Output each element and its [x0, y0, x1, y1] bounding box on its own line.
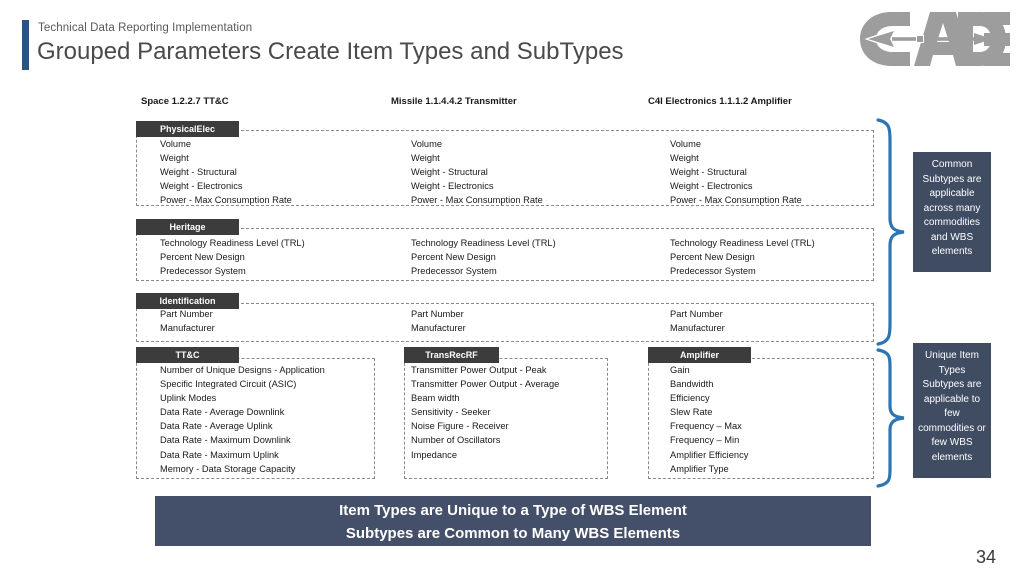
parameter-item: Manufacturer [670, 323, 725, 334]
callout-common-subtypes: Common Subtypes are applicable across ma… [913, 152, 991, 272]
parameter-item: Volume [160, 139, 192, 149]
group-label-physicalelec: PhysicalElec [136, 121, 239, 137]
group-label-heritage: Heritage [136, 219, 239, 235]
parameter-item: Noise Figure - Receiver [411, 421, 509, 432]
page-title: Grouped Parameters Create Item Types and… [37, 38, 624, 65]
parameter-item: Uplink Modes [160, 393, 217, 404]
parameter-item: Weight [670, 153, 699, 164]
slide-eyebrow: Technical Data Reporting Implementation [38, 22, 253, 34]
parameter-item: Percent New Design [411, 252, 496, 263]
parameter-item: Predecessor System [411, 266, 497, 277]
group-label-amplifier: Amplifier [648, 347, 751, 363]
param-list-transrecrf: Transmitter Power Output - Peak Transmitt… [411, 363, 559, 462]
page-number: 34 [975, 547, 996, 567]
parameter-item: Power - Max Consumption Rate [160, 195, 292, 206]
parameter-item: Weight - Electronics [160, 181, 243, 192]
parameter-item: Specific Integrated Circuit (ASIC) [160, 379, 297, 390]
parameter-item: Data Rate - Average Uplink [160, 421, 273, 432]
parameter-item: Part Number [670, 309, 723, 319]
param-list-heritage-col1: Technology Readiness Level (TRL) Percent … [411, 236, 556, 278]
param-list-physicalelec-col1: Volume Weight Weight - Structural Weight - … [411, 137, 543, 207]
parameter-item: Memory - Data Storage Capacity [160, 463, 296, 474]
parameter-item: Weight - Structural [160, 167, 237, 178]
parameter-item: Weight [411, 153, 440, 164]
parameter-item: Predecessor System [670, 266, 756, 277]
brace-common-subtypes [876, 118, 905, 346]
parameter-item: Number of Oscillators [411, 435, 501, 446]
parameter-item: Weight - Electronics [411, 181, 494, 192]
param-list-identification-col2: Part Number Manufacturer [670, 307, 725, 335]
parameter-item: Weight [160, 153, 189, 164]
param-list-physicalelec-col2: Volume Weight Weight - Structural Weight - … [670, 137, 802, 207]
column-header-c4i: C4I Electronics 1.1.1.2 Amplifier [648, 96, 792, 107]
parameter-item: Volume [411, 139, 443, 149]
param-list-identification-col0: Part Number Manufacturer [160, 307, 215, 335]
group-box-identification [136, 303, 874, 342]
group-label-identification: Identification [136, 293, 239, 309]
parameter-item: Slew Rate [670, 407, 713, 418]
parameter-item: Part Number [411, 309, 464, 319]
callout-unique-item-types: Unique Item Types Subtypes are applicabl… [913, 343, 991, 478]
slide-canvas: Technical Data Reporting Implementation … [0, 0, 1024, 576]
param-list-physicalelec-col0: Volume Weight Weight - Structural Weight - … [160, 137, 292, 207]
parameter-item: Manufacturer [411, 323, 466, 334]
column-header-space: Space 1.2.2.7 TT&C [141, 96, 229, 107]
parameter-item: Technology Readiness Level (TRL) [160, 238, 305, 248]
parameter-item: Transmitter Power Output - Average [411, 379, 560, 390]
param-list-ttc: Number of Unique Designs - Application Sp… [160, 363, 325, 476]
parameter-item: Percent New Design [160, 252, 245, 263]
summary-banner: Item Types are Unique to a Type of WBS E… [155, 496, 871, 546]
param-list-heritage-col2: Technology Readiness Level (TRL) Percent … [670, 236, 815, 278]
parameter-item: Data Rate - Average Downlink [160, 407, 285, 418]
param-list-heritage-col0: Technology Readiness Level (TRL) Percent … [160, 236, 305, 278]
parameter-item: Data Rate - Maximum Downlink [160, 435, 291, 446]
parameter-item: Weight - Structural [670, 167, 747, 178]
column-header-missile: Missile 1.1.4.4.2 Transmitter [391, 96, 517, 107]
param-list-identification-col1: Part Number Manufacturer [411, 307, 466, 335]
parameter-item: Frequency – Max [670, 421, 742, 432]
parameter-item: Predecessor System [160, 266, 246, 277]
parameter-item: Weight - Electronics [670, 181, 753, 192]
parameter-item: Data Rate - Maximum Uplink [160, 449, 279, 460]
parameter-item: Transmitter Power Output - Peak [411, 365, 547, 375]
summary-banner-line1: Item Types are Unique to a Type of WBS E… [339, 502, 687, 519]
parameter-item: Manufacturer [160, 323, 215, 334]
parameter-item: Gain [670, 365, 690, 375]
parameter-item: Technology Readiness Level (TRL) [670, 238, 815, 248]
parameter-item: Beam width [411, 393, 460, 404]
parameter-item: Impedance [411, 449, 457, 460]
parameter-item: Volume [670, 139, 702, 149]
group-label-ttc: TT&C [136, 347, 239, 363]
parameter-item: Amplifier Type [670, 463, 729, 474]
parameter-item: Number of Unique Designs - Application [160, 365, 325, 375]
parameter-item: Weight - Structural [411, 167, 488, 178]
parameter-item: Efficiency [670, 393, 710, 404]
parameter-item: Technology Readiness Level (TRL) [411, 238, 556, 248]
parameter-item: Part Number [160, 309, 213, 319]
group-label-transrecrf: TransRecRF [404, 347, 499, 363]
summary-banner-line2: Subtypes are Common to Many WBS Elements [345, 525, 681, 542]
parameter-item: Power - Max Consumption Rate [411, 195, 543, 206]
parameter-item: Frequency – Min [670, 435, 740, 446]
brace-unique-item-types [876, 348, 905, 488]
parameter-item: Sensitivity - Seeker [411, 407, 491, 418]
param-list-amplifier: Gain Bandwidth Efficiency Slew Rate Frequenc… [670, 363, 748, 476]
parameter-item: Amplifier Efficiency [670, 449, 749, 460]
cade-logo [858, 8, 1010, 70]
parameter-item: Bandwidth [670, 379, 714, 390]
parameter-item: Power - Max Consumption Rate [670, 195, 802, 206]
title-accent-bar [22, 20, 29, 70]
parameter-item: Percent New Design [670, 252, 755, 263]
